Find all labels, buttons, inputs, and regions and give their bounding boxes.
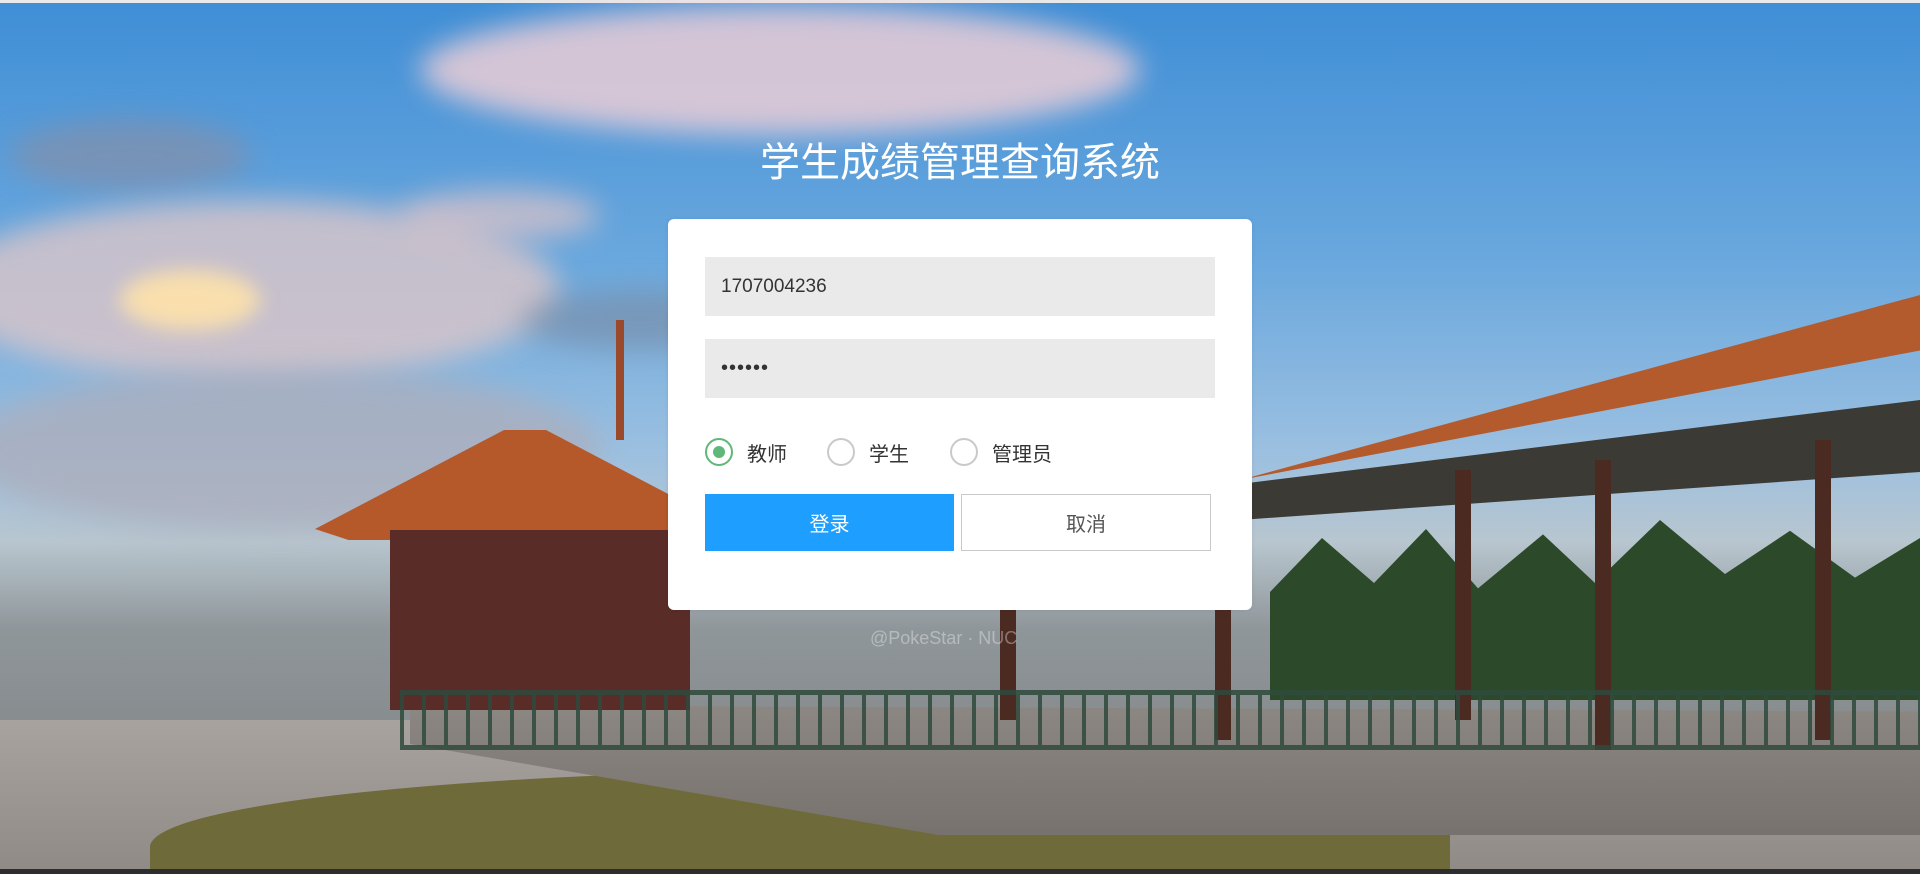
pavilion-spire <box>616 320 624 440</box>
radio-unchecked-icon[interactable] <box>950 438 978 466</box>
page-title-container: 学生成绩管理查询系统 <box>640 130 1280 188</box>
role-option-admin[interactable]: 管理员 <box>950 434 1052 470</box>
username-value: 1707004236 <box>721 275 827 297</box>
radio-checked-icon[interactable] <box>705 438 733 466</box>
login-background: 学生成绩管理查询系统 1707004236 •••••• 教师 学生 管理员 登… <box>0 0 1920 874</box>
background-cloud <box>120 270 260 330</box>
background-cloud <box>420 5 1140 135</box>
corridor-railing <box>400 690 1920 750</box>
password-field[interactable]: •••••• <box>705 339 1215 398</box>
page-title: 学生成绩管理查询系统 <box>760 140 1160 186</box>
background-cloud <box>10 120 250 190</box>
role-label: 学生 <box>869 441 909 466</box>
cancel-button[interactable]: 取消 <box>961 494 1211 551</box>
role-option-student[interactable]: 学生 <box>827 434 909 470</box>
role-label: 教师 <box>747 441 787 466</box>
role-option-teacher[interactable]: 教师 <box>705 434 787 470</box>
username-field[interactable]: 1707004236 <box>705 257 1215 316</box>
role-radio-group: 教师 学生 管理员 <box>705 434 1215 470</box>
background-cloud <box>400 190 600 240</box>
password-value: •••••• <box>721 357 770 379</box>
corridor-pillar <box>1455 470 1471 720</box>
bottom-border <box>0 869 1920 874</box>
top-border <box>0 0 1920 3</box>
credit-watermark: @PokeStar · NUC <box>870 628 1018 648</box>
login-form: 1707004236 •••••• 教师 学生 管理员 登录 取消 <box>668 219 1252 610</box>
pavilion-body <box>390 530 690 710</box>
login-button[interactable]: 登录 <box>705 494 954 551</box>
role-label: 管理员 <box>992 441 1052 466</box>
radio-unchecked-icon[interactable] <box>827 438 855 466</box>
